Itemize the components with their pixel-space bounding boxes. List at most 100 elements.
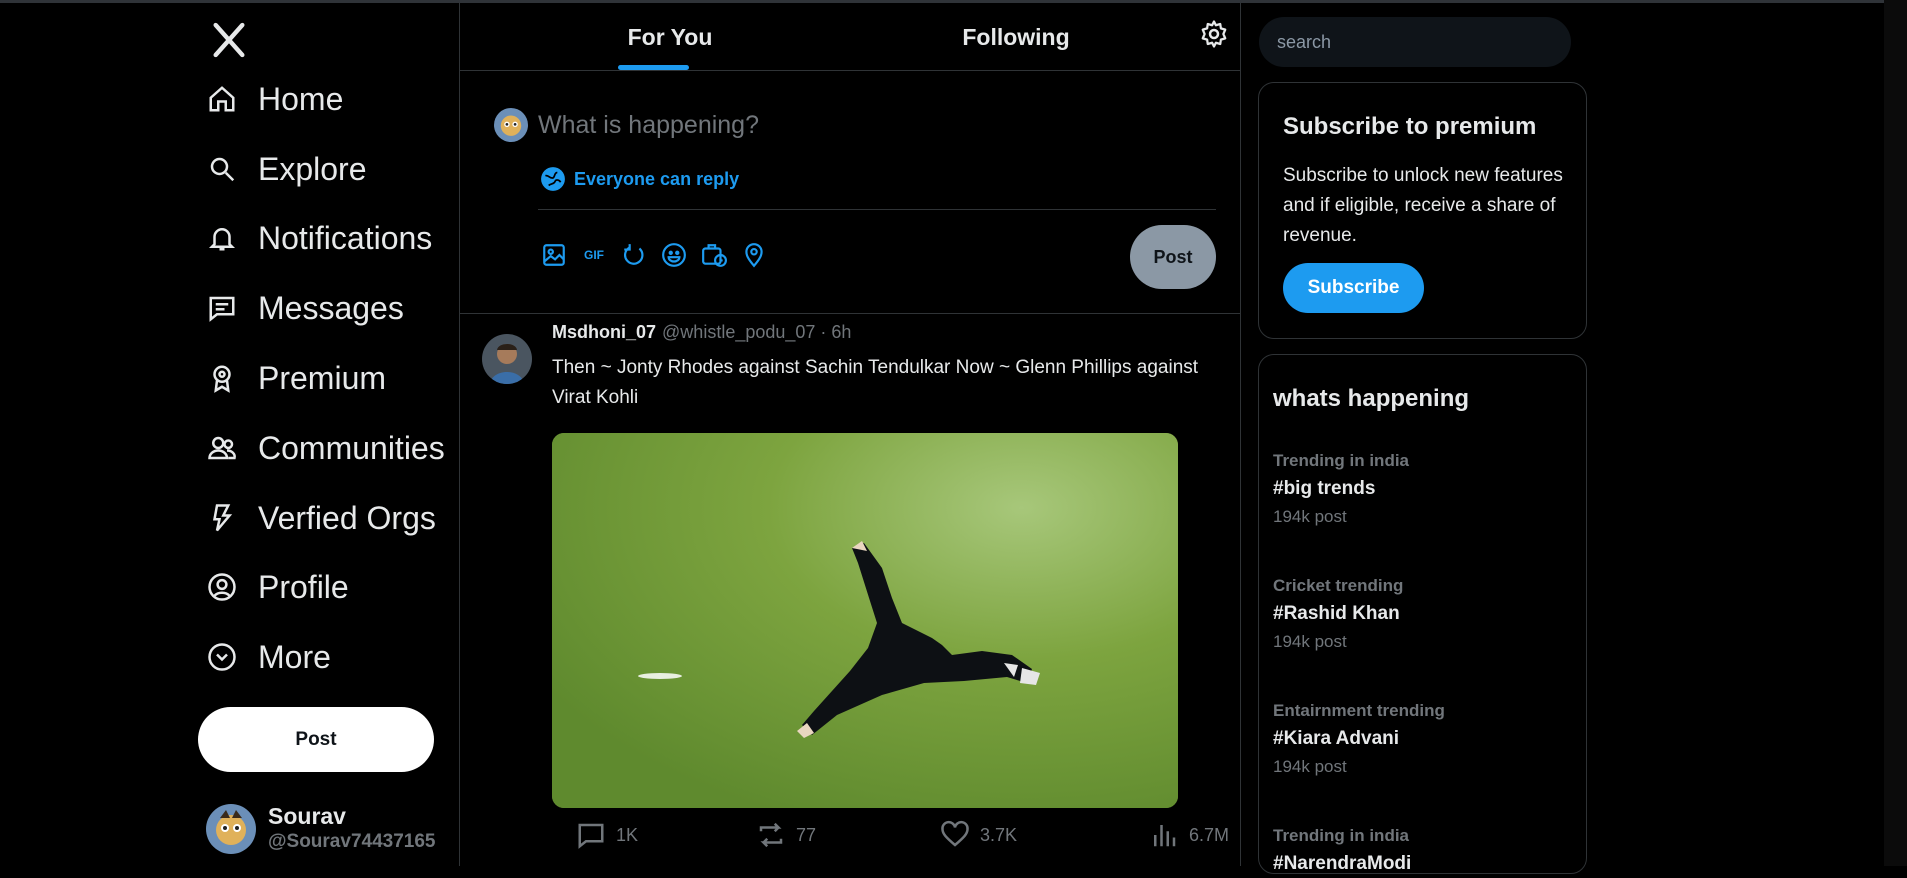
emoji-icon[interactable]	[660, 241, 688, 269]
views-button[interactable]: 6.7M	[1149, 820, 1229, 850]
trends-title: whats happening	[1273, 385, 1470, 412]
user-icon	[205, 570, 239, 604]
repost-button[interactable]: 77	[756, 820, 816, 850]
feed-tabs: For You Following	[460, 3, 1240, 71]
reply-icon	[578, 823, 604, 849]
compose-toolbar: GIF	[540, 241, 780, 269]
avatar	[206, 804, 256, 854]
search-icon	[205, 152, 239, 186]
home-icon	[205, 82, 239, 116]
trend-category: Entairnment trending	[1273, 701, 1445, 720]
heart-icon	[941, 820, 969, 847]
nav-item-notifications[interactable]: Notifications	[205, 209, 432, 267]
left-sidebar: Home Explore Notifications Messages Prem…	[0, 0, 460, 866]
user-handle: @Sourav74437165	[268, 831, 436, 852]
active-tab-indicator	[618, 65, 689, 70]
tweet[interactable]: Msdhoni_07 @whistle_podu_07 · 6h Then ~ …	[460, 314, 1240, 866]
gear-icon[interactable]	[1199, 19, 1229, 49]
globe-icon	[541, 167, 565, 191]
trend-hashtag: #Kiara Advani	[1273, 728, 1400, 749]
premium-description: Subscribe to unlock new features and if …	[1283, 165, 1563, 246]
trend-item[interactable]: Trending in india #big trends 194k post	[1273, 447, 1573, 531]
trend-post-count: 194k post	[1273, 507, 1347, 526]
chevron-circle-icon	[205, 640, 239, 674]
nav-item-label: Explore	[258, 150, 367, 187]
reply-setting-label: Everyone can reply	[574, 168, 740, 189]
trend-post-count: 194k post	[1273, 632, 1347, 651]
avatar	[494, 108, 528, 142]
reply-setting[interactable]: Everyone can reply	[540, 166, 739, 192]
nav-item-label: Premium	[258, 359, 387, 396]
nav-item-communities[interactable]: Communities	[205, 419, 445, 477]
reply-button[interactable]: 1K	[576, 820, 638, 850]
compose-post-button[interactable]: Post	[1130, 225, 1216, 289]
trend-hashtag: #big trends	[1273, 478, 1376, 499]
trend-category: Trending in india	[1273, 451, 1409, 470]
user-display-name: Sourav	[268, 803, 346, 829]
tab-for-you[interactable]: For You	[570, 3, 770, 71]
views-icon	[1154, 825, 1176, 847]
trend-hashtag: #Rashid Khan	[1273, 603, 1400, 624]
nav-item-label: Messages	[258, 289, 404, 326]
tweet-actions: 1K 77 3.7K 6.7M	[576, 820, 1229, 852]
tweet-media-image	[552, 433, 1178, 808]
nav-item-home[interactable]: Home	[205, 70, 343, 128]
trend-item[interactable]: Entairnment trending #Kiara Advani 194k …	[1273, 697, 1573, 781]
nav-item-label: More	[258, 638, 331, 675]
user-info: Sourav @Sourav74437165	[268, 803, 435, 855]
nav-item-profile[interactable]: Profile	[205, 558, 349, 616]
like-button[interactable]: 3.7K	[940, 820, 1017, 850]
tweet-header: Msdhoni_07 @whistle_podu_07 · 6h	[552, 322, 851, 343]
premium-panel: Subscribe to premium Subscribe to unlock…	[1258, 82, 1587, 339]
scrollbar-track[interactable]	[1884, 0, 1907, 866]
like-count: 3.7K	[980, 824, 1018, 845]
bell-icon	[205, 221, 239, 255]
poll-icon[interactable]	[620, 241, 648, 269]
message-icon	[205, 291, 239, 325]
premium-title: Subscribe to premium	[1283, 113, 1537, 140]
trend-item[interactable]: Cricket trending #Rashid Khan 194k post	[1273, 572, 1573, 656]
search-input[interactable]	[1259, 17, 1571, 67]
nav-item-label: Notifications	[258, 219, 433, 256]
account-switcher[interactable]: Sourav @Sourav74437165	[206, 803, 435, 855]
nav-item-label: Verfied Orgs	[258, 499, 436, 536]
post-composer: Everyone can reply GIF Post	[460, 71, 1240, 314]
nav-item-label: Communities	[258, 429, 445, 466]
divider	[538, 209, 1216, 210]
tweet-text: Then ~ Jonty Rhodes against Sachin Tendu…	[552, 357, 1199, 408]
compose-input[interactable]	[538, 105, 1138, 145]
trend-hashtag: #NarendraModi	[1273, 853, 1412, 874]
avatar[interactable]	[482, 334, 532, 384]
badge-icon	[205, 361, 239, 395]
repost-count: 77	[796, 824, 817, 845]
trends-panel: whats happening Trending in india #big t…	[1258, 354, 1587, 874]
tweet-author-handle[interactable]: @whistle_podu_07 · 6h	[662, 322, 851, 343]
nav-item-explore[interactable]: Explore	[205, 140, 367, 198]
image-icon[interactable]	[540, 241, 568, 269]
tab-following[interactable]: Following	[916, 3, 1116, 71]
nav-item-messages[interactable]: Messages	[205, 279, 404, 337]
x-logo-icon[interactable]	[208, 20, 250, 60]
bolt-icon	[205, 501, 239, 535]
people-icon	[205, 431, 239, 465]
gif-icon[interactable]: GIF	[580, 241, 608, 269]
main-feed: For You Following Everyone can reply GIF…	[459, 3, 1241, 866]
sidebar-post-button[interactable]: Post	[198, 707, 434, 772]
trend-category: Trending in india	[1273, 826, 1409, 845]
nav-item-more[interactable]: More	[205, 628, 331, 686]
tweet-media[interactable]	[552, 433, 1178, 808]
trend-category: Cricket trending	[1273, 576, 1404, 595]
subscribe-button[interactable]: Subscribe	[1283, 263, 1424, 313]
reply-count: 1K	[616, 824, 639, 845]
schedule-icon[interactable]	[700, 241, 728, 269]
repost-icon	[759, 822, 783, 848]
location-icon[interactable]	[740, 241, 768, 269]
nav-item-label: Profile	[258, 568, 349, 605]
tweet-author-name[interactable]: Msdhoni_07	[552, 322, 656, 343]
nav-item-premium[interactable]: Premium	[205, 349, 386, 407]
nav-item-verified-orgs[interactable]: Verfied Orgs	[205, 489, 436, 547]
views-count: 6.7M	[1189, 824, 1230, 845]
trend-item[interactable]: Trending in india #NarendraModi	[1273, 822, 1573, 878]
nav-item-label: Home	[258, 80, 344, 117]
trend-post-count: 194k post	[1273, 757, 1347, 776]
